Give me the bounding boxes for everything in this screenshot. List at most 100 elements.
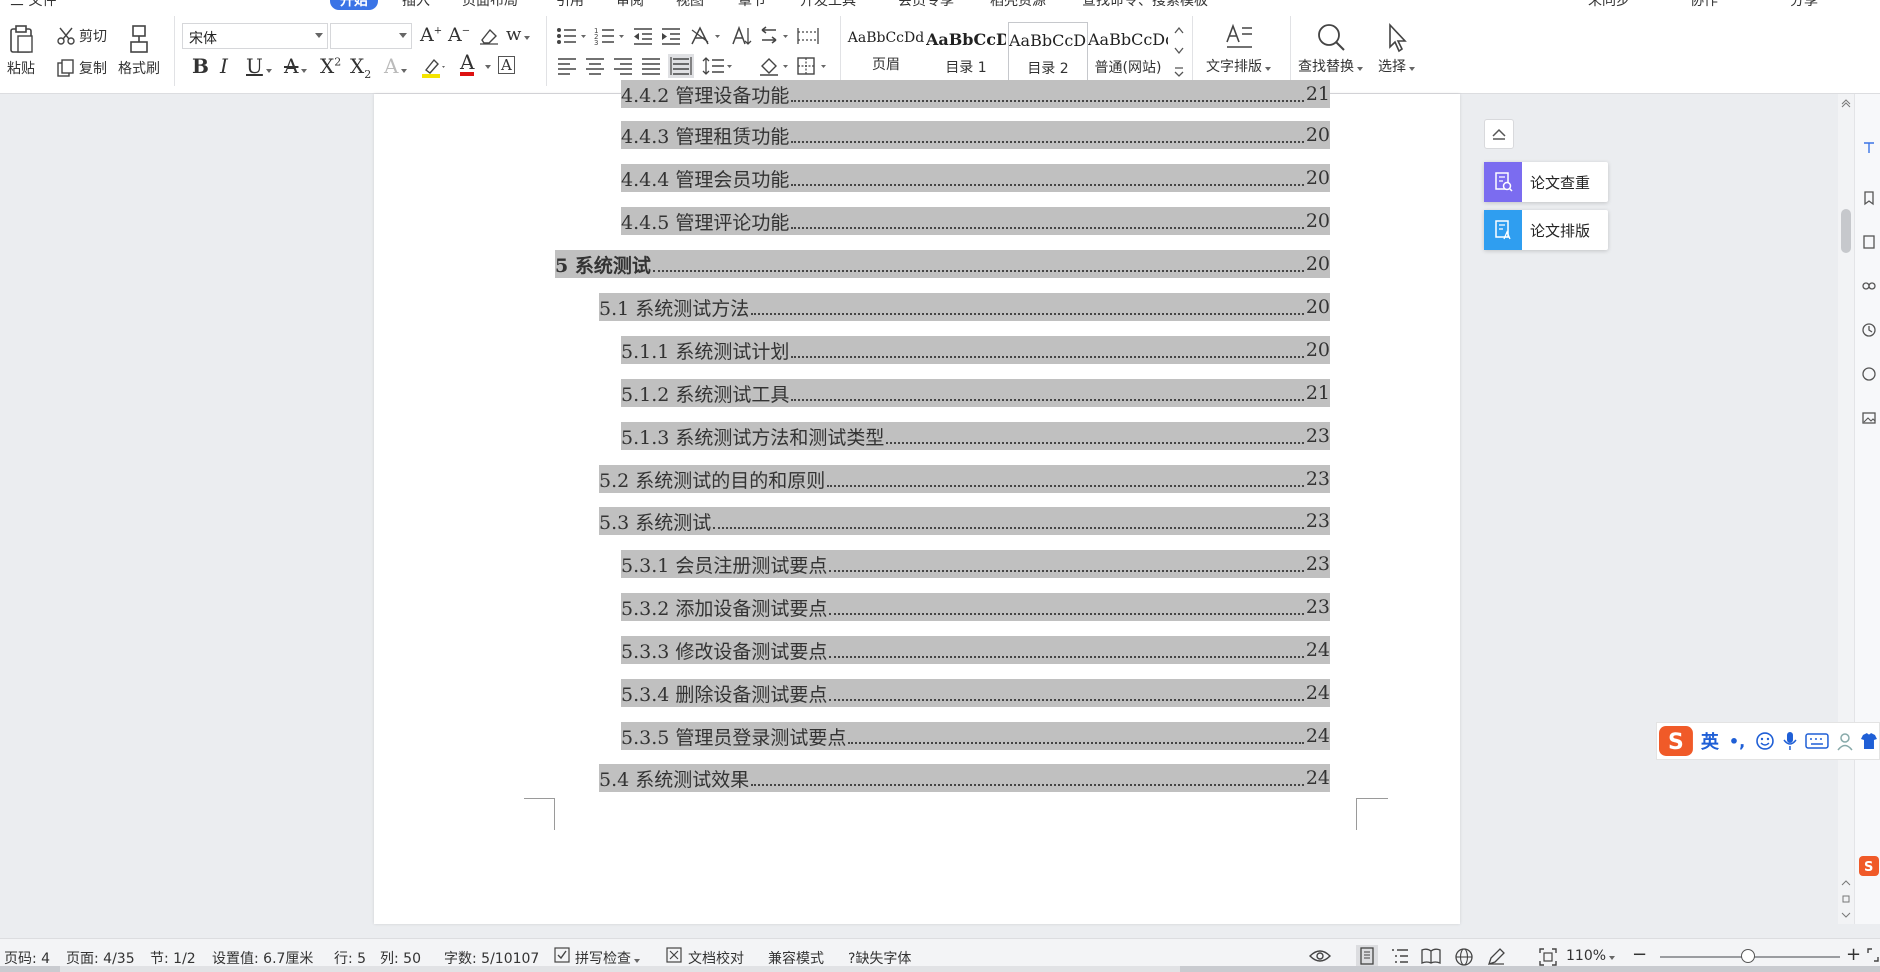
toc-entry[interactable]: 5.4 系统测试效果 24	[599, 764, 1330, 792]
distribute-icon[interactable]	[668, 54, 694, 78]
proofread-button[interactable]: 文档校对	[688, 948, 744, 968]
bold-icon[interactable]: B	[192, 54, 209, 78]
vertical-scrollbar[interactable]	[1838, 94, 1854, 924]
increase-indent-icon[interactable]	[660, 26, 682, 46]
copy-button[interactable]: 复制	[56, 58, 107, 78]
toc-entry[interactable]: 5.1.3 系统测试方法和测试类型 23	[621, 422, 1330, 450]
user-icon[interactable]	[1835, 731, 1855, 751]
fullscreen-icon[interactable]	[1866, 947, 1880, 963]
font-color-icon[interactable]: A	[460, 52, 475, 76]
format-painter-button[interactable]: 格式刷	[118, 24, 160, 78]
scroll-top-icon[interactable]	[1841, 98, 1851, 108]
collapse-panel-button[interactable]	[1484, 119, 1514, 149]
menu-file[interactable]: 三 文件	[10, 0, 56, 10]
paste-button[interactable]: 粘贴	[6, 24, 36, 78]
align-right-icon[interactable]	[612, 56, 634, 76]
zoom-out-icon[interactable]: −	[1632, 944, 1647, 965]
link-icon[interactable]	[1861, 278, 1877, 294]
menu-review[interactable]: 审阅	[616, 0, 644, 10]
font-size-select[interactable]	[330, 23, 412, 49]
document-page[interactable]: 4.4.2 管理设备功能 21 4.4.3 管理租赁功能 20 4.4.4 管理会员…	[374, 80, 1460, 924]
collab-button[interactable]: 协作	[1690, 0, 1718, 10]
toc-entry[interactable]: 5.1.2 系统测试工具 21	[621, 379, 1330, 407]
decrease-indent-icon[interactable]	[632, 26, 654, 46]
toc-entry[interactable]: 5.3.2 添加设备测试要点 23	[621, 593, 1330, 621]
toc-entry[interactable]: 5.1 系统测试方法 20	[599, 293, 1330, 321]
microphone-icon[interactable]	[1781, 731, 1799, 751]
menu-section[interactable]: 章节	[738, 0, 766, 10]
menu-home[interactable]: 开始	[330, 0, 378, 10]
thesis-check-button[interactable]: 论文查重	[1484, 162, 1608, 202]
select-browse-icon[interactable]	[1841, 894, 1851, 904]
zoom-in-icon[interactable]: +	[1846, 944, 1861, 965]
ime-lang[interactable]: 英	[1701, 728, 1719, 754]
spell-check-button[interactable]: 拼写检查	[575, 948, 640, 968]
style-header[interactable]: AaBbCcDd 页眉	[846, 22, 926, 82]
subscript-icon[interactable]: X2	[350, 54, 371, 81]
menu-layout[interactable]: 页面布局	[462, 0, 518, 10]
share-button[interactable]: 分享	[1790, 0, 1818, 10]
menu-insert[interactable]: 插入	[402, 0, 430, 10]
underline-icon[interactable]: U	[246, 54, 272, 78]
toc-entry[interactable]: 5.3 系统测试 23	[599, 507, 1330, 535]
toc-entry[interactable]: 5.3.5 管理员登录测试要点 24	[621, 722, 1330, 750]
grow-font-icon[interactable]: A+	[420, 24, 442, 46]
style-toc-1[interactable]: AaBbCcDd 目录 1	[926, 22, 1006, 82]
highlight-icon[interactable]	[420, 56, 446, 78]
setting-value[interactable]: 设置值: 6.7厘米	[212, 948, 313, 968]
menu-resources[interactable]: 稻壳资源	[990, 0, 1046, 10]
font-name-select[interactable]: 宋体	[182, 23, 328, 49]
italic-icon[interactable]: I	[220, 54, 228, 78]
menu-references[interactable]: 引用	[556, 0, 584, 10]
style-toc-2[interactable]: AaBbCcDd 目录 2	[1008, 22, 1088, 82]
toc-entry[interactable]: 5.2 系统测试的目的和原则 23	[599, 465, 1330, 493]
sync-status[interactable]: 未同步	[1588, 0, 1630, 10]
justify-icon[interactable]	[640, 56, 662, 76]
toc-entry[interactable]: 5.3.3 修改设备测试要点 24	[621, 636, 1330, 664]
page-number[interactable]: 页面: 4/35	[66, 948, 135, 968]
text-effect-icon[interactable]: A	[384, 54, 408, 78]
toc-entry[interactable]: 4.4.3 管理租赁功能 20	[621, 121, 1330, 149]
cut-button[interactable]: 剪切	[56, 26, 107, 46]
word-count[interactable]: 字数: 5/10107	[444, 948, 539, 968]
fit-page-icon[interactable]	[1538, 947, 1558, 967]
style-normal-web[interactable]: AaBbCcDd 普通(网站)	[1088, 22, 1168, 82]
keyboard-icon[interactable]	[1805, 732, 1829, 750]
find-replace-button[interactable]: 查找替换	[1298, 22, 1363, 76]
page-code[interactable]: 页码: 4	[4, 948, 50, 968]
toc-entry[interactable]: 5 系统测试 20	[555, 250, 1330, 278]
pen-icon[interactable]	[1486, 947, 1506, 967]
horizontal-scrollbar[interactable]	[0, 966, 1880, 972]
horizontal-scroll-thumb[interactable]	[60, 966, 1180, 972]
toc-entry[interactable]: 5.1.1 系统测试计划 20	[621, 336, 1330, 364]
translate-icon[interactable]	[1861, 140, 1877, 156]
chevron-down-icon[interactable]	[485, 65, 491, 69]
align-left-icon[interactable]	[556, 56, 578, 76]
next-page-icon[interactable]	[1841, 910, 1851, 920]
image-icon[interactable]	[1861, 410, 1877, 426]
align-center-icon[interactable]	[584, 56, 606, 76]
punctuation-icon[interactable]: •,	[1729, 732, 1745, 751]
page-view-icon[interactable]	[1356, 945, 1378, 967]
toc-entry[interactable]: 4.4.4 管理会员功能 20	[621, 164, 1330, 192]
clock-icon[interactable]	[1861, 366, 1877, 382]
phonetic-guide-icon[interactable]: w	[506, 24, 531, 45]
prev-page-icon[interactable]	[1841, 878, 1851, 888]
superscript-icon[interactable]: X2	[320, 54, 341, 78]
command-search[interactable]: 查找命令、搜索模板	[1082, 0, 1208, 10]
show-marks-icon[interactable]	[758, 26, 792, 46]
missing-font-button[interactable]: ?缺失字体	[848, 948, 911, 968]
web-view-icon[interactable]	[1454, 947, 1474, 967]
toc-entry[interactable]: 5.3.4 删除设备测试要点 24	[621, 679, 1330, 707]
chinese-layout-icon[interactable]	[690, 26, 724, 46]
menu-member[interactable]: 会员专享	[898, 0, 954, 10]
line-spacing-icon[interactable]	[702, 56, 736, 76]
shading-icon[interactable]	[758, 56, 792, 76]
reading-view-icon[interactable]	[1420, 947, 1442, 965]
sort-icon[interactable]	[730, 26, 752, 46]
toc-entry[interactable]: 4.4.2 管理设备功能 21	[621, 80, 1330, 108]
select-button[interactable]: 选择	[1378, 22, 1415, 76]
menu-dev[interactable]: 开发工具	[800, 0, 856, 10]
eye-protection-icon[interactable]	[1308, 946, 1332, 966]
toc-entry[interactable]: 4.4.5 管理评论功能 20	[621, 207, 1330, 235]
